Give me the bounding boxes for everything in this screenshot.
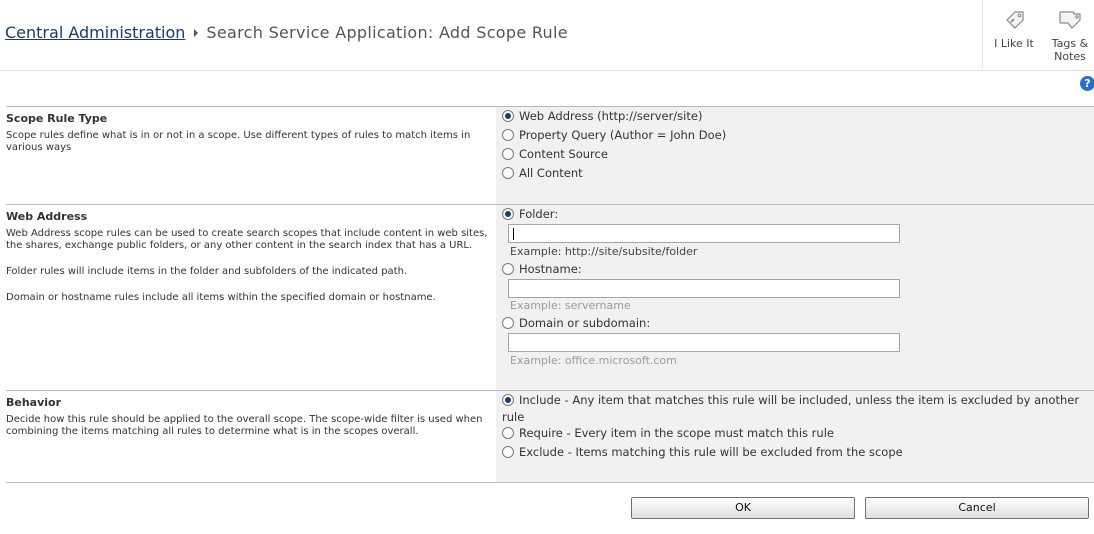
scope-rule-type-title: Scope Rule Type bbox=[6, 112, 108, 125]
page-header: Central Administration Search Service App… bbox=[0, 0, 1094, 71]
radio-content-source[interactable] bbox=[502, 147, 514, 160]
radio-require[interactable] bbox=[502, 426, 514, 439]
breadcrumb-separator-icon bbox=[194, 28, 199, 37]
option-hostname[interactable]: Hostname: bbox=[502, 261, 582, 278]
breadcrumb: Central Administration Search Service App… bbox=[5, 23, 568, 43]
option-include[interactable]: Include - Any item that matches this rul… bbox=[502, 392, 1087, 426]
social-toolbar: I Like It Tags & Notes bbox=[982, 0, 1094, 68]
option-property-query-label: Property Query (Author = John Doe) bbox=[519, 128, 727, 142]
option-web-address-label: Web Address (http://server/site) bbox=[519, 109, 703, 123]
radio-web-address[interactable] bbox=[502, 109, 514, 122]
radio-hostname[interactable] bbox=[502, 262, 514, 275]
tags-notes-button[interactable]: Tags & Notes bbox=[1045, 8, 1094, 63]
option-domain[interactable]: Domain or subdomain: bbox=[502, 315, 650, 332]
folder-example: Example: http://site/subsite/folder bbox=[510, 245, 698, 258]
cancel-button[interactable]: Cancel bbox=[865, 497, 1089, 519]
option-all-content-label: All Content bbox=[519, 166, 583, 180]
option-property-query[interactable]: Property Query (Author = John Doe) bbox=[502, 127, 726, 144]
option-exclude-label: Exclude - Items matching this rule will … bbox=[519, 445, 903, 459]
radio-all-content[interactable] bbox=[502, 166, 514, 179]
radio-exclude[interactable] bbox=[502, 445, 514, 458]
i-like-it-label: I Like It bbox=[994, 37, 1034, 50]
tags-notes-icon bbox=[1059, 11, 1081, 29]
page-title: Search Service Application: Add Scope Ru… bbox=[206, 23, 568, 42]
ok-button[interactable]: OK bbox=[631, 497, 855, 519]
radio-property-query[interactable] bbox=[502, 128, 514, 141]
behavior-title: Behavior bbox=[6, 396, 62, 409]
option-include-label: Include - Any item that matches this rul… bbox=[502, 393, 1080, 424]
web-address-description: Web Address scope rules can be used to c… bbox=[6, 228, 491, 318]
radio-folder[interactable] bbox=[502, 207, 514, 220]
web-address-description-p2: Folder rules will include items in the f… bbox=[6, 266, 408, 277]
tags-notes-label-line2: Notes bbox=[1054, 50, 1086, 63]
web-address-description-p1: Web Address scope rules can be used to c… bbox=[6, 228, 488, 251]
help-icon[interactable]: ? bbox=[1080, 76, 1094, 91]
like-tag-icon bbox=[1006, 11, 1024, 29]
domain-input[interactable] bbox=[508, 333, 900, 352]
hostname-example: Example: servername bbox=[510, 299, 631, 312]
option-require[interactable]: Require - Every item in the scope must m… bbox=[502, 425, 834, 442]
i-like-it-button[interactable]: I Like It bbox=[991, 8, 1037, 50]
option-content-source-label: Content Source bbox=[519, 147, 608, 161]
tags-notes-label-line1: Tags & bbox=[1051, 37, 1089, 50]
option-domain-label: Domain or subdomain: bbox=[519, 316, 651, 330]
option-exclude[interactable]: Exclude - Items matching this rule will … bbox=[502, 444, 903, 461]
text-caret bbox=[513, 228, 514, 240]
scope-rule-type-description: Scope rules define what is in or not in … bbox=[6, 130, 471, 153]
option-folder-label: Folder: bbox=[519, 207, 559, 221]
option-require-label: Require - Every item in the scope must m… bbox=[519, 426, 834, 440]
folder-input[interactable] bbox=[508, 224, 900, 243]
radio-domain[interactable] bbox=[502, 316, 514, 329]
option-web-address[interactable]: Web Address (http://server/site) bbox=[502, 108, 702, 125]
web-address-description-p3: Domain or hostname rules include all ite… bbox=[6, 292, 436, 303]
option-hostname-label: Hostname: bbox=[519, 262, 582, 276]
domain-example: Example: office.microsoft.com bbox=[510, 354, 677, 367]
hostname-input[interactable] bbox=[508, 279, 900, 298]
option-folder[interactable]: Folder: bbox=[502, 206, 558, 223]
behavior-description: Decide how this rule should be applied t… bbox=[6, 414, 483, 437]
breadcrumb-central-administration-link[interactable]: Central Administration bbox=[5, 23, 185, 42]
web-address-title: Web Address bbox=[6, 210, 88, 223]
option-all-content[interactable]: All Content bbox=[502, 165, 583, 182]
radio-include[interactable] bbox=[502, 393, 514, 406]
option-content-source[interactable]: Content Source bbox=[502, 146, 608, 163]
footer-divider bbox=[6, 482, 1094, 483]
